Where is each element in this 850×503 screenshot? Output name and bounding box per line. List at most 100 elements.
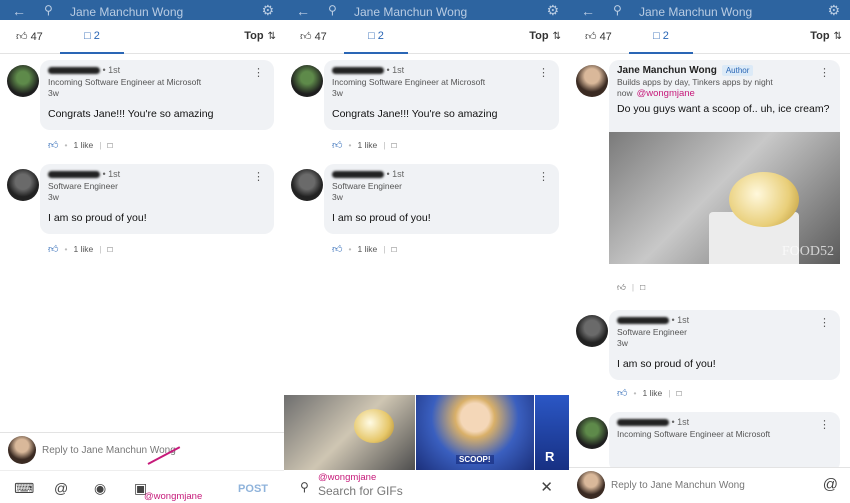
reply-input[interactable]: Reply to Jane Manchun Wong	[42, 445, 176, 456]
reply-icon[interactable]: □	[392, 140, 397, 150]
comment-text: I am so proud of you!	[617, 358, 716, 370]
mention-annotation: @wongmjane	[318, 472, 377, 483]
gif-search-input[interactable]: Search for GIFs	[318, 484, 403, 498]
commenter-name[interactable]: • 1st	[48, 169, 266, 181]
commenter-name[interactable]: • 1st	[332, 65, 551, 77]
like-count[interactable]: 1 like	[357, 244, 377, 254]
sort-dropdown[interactable]: Top ⇅	[810, 30, 842, 42]
comment-bubble: • 1st Incoming Software Engineer at Micr…	[324, 60, 559, 130]
avatar[interactable]	[576, 417, 608, 449]
app-bar-title: Jane Manchun Wong	[354, 5, 468, 19]
tab-comments[interactable]: □ 2	[60, 20, 124, 54]
reply-icon[interactable]: □	[392, 244, 397, 254]
commenter-name[interactable]: Jane Manchun Wong Author	[617, 65, 832, 77]
comment-text: I am so proud of you!	[48, 212, 147, 224]
reply-icon[interactable]: □	[108, 140, 113, 150]
app-bar: ← ⚲ Jane Manchun Wong ⚙	[284, 0, 569, 20]
avatar	[8, 436, 36, 464]
author-comment-card: Jane Manchun Wong Author Builds apps by d…	[569, 60, 850, 132]
reply-input[interactable]: Reply to Jane Manchun Wong	[611, 480, 745, 491]
tab-comments[interactable]: □ 2	[344, 20, 408, 54]
like-icon[interactable]: 👍︎	[332, 244, 342, 255]
search-icon: ⚲	[300, 480, 309, 494]
commenter-name[interactable]: • 1st	[332, 169, 551, 181]
avatar[interactable]	[7, 169, 39, 201]
more-options-icon[interactable]: ⋮	[538, 66, 549, 79]
comment-gif[interactable]: FOOD52	[609, 132, 840, 264]
search-icon[interactable]: ⚲	[328, 3, 337, 17]
avatar[interactable]	[576, 65, 608, 97]
thumbs-up-icon: 👍︎	[16, 31, 28, 43]
sort-chevron-icon: ⇅	[552, 31, 561, 42]
comment-time: 3w	[332, 88, 343, 98]
sort-chevron-icon: ⇅	[267, 31, 276, 42]
avatar[interactable]	[576, 315, 608, 347]
sort-dropdown[interactable]: Top ⇅	[244, 30, 276, 42]
like-icon[interactable]: 👍︎	[332, 140, 342, 151]
like-count[interactable]: 1 like	[73, 244, 93, 254]
commenter-headline: Software Engineer	[617, 327, 687, 337]
more-options-icon[interactable]: ⋮	[819, 66, 830, 79]
like-icon[interactable]: 👍︎	[617, 282, 626, 292]
at-mention-icon[interactable]: @	[823, 476, 838, 493]
avatar[interactable]	[291, 65, 323, 97]
tab-comments[interactable]: □ 2	[629, 20, 693, 54]
gear-icon[interactable]: ⚙	[546, 2, 559, 19]
redacted-name	[332, 67, 384, 75]
gear-icon[interactable]: ⚙	[827, 2, 840, 19]
like-count[interactable]: 1 like	[642, 388, 662, 398]
gif-result-partial[interactable]: R	[535, 395, 569, 470]
comment-card: • 1st Software Engineer 3w I am so proud…	[0, 164, 284, 234]
avatar[interactable]	[291, 169, 323, 201]
comment-actions: 👍︎ • 1 like | □	[332, 244, 397, 255]
gif-result-scoop[interactable]: SCOOP!	[416, 395, 534, 470]
search-icon[interactable]: ⚲	[44, 3, 53, 17]
commenter-headline: Incoming Software Engineer at Microsoft	[332, 77, 486, 87]
comment-time: 3w	[332, 192, 343, 202]
commenter-headline: Software Engineer	[332, 181, 402, 191]
tab-likes[interactable]: 👍︎ 47	[585, 30, 612, 43]
like-icon[interactable]: 👍︎	[48, 244, 58, 255]
gear-icon[interactable]: ⚙	[261, 2, 274, 19]
more-options-icon[interactable]: ⋮	[253, 66, 264, 79]
like-count[interactable]: 1 like	[73, 140, 93, 150]
reply-icon[interactable]: □	[677, 388, 682, 398]
app-bar: ← ⚲ Jane Manchun Wong ⚙	[0, 0, 284, 20]
reply-icon[interactable]: □	[640, 282, 645, 292]
commenter-headline: Builds apps by day, Tinkers apps by nigh…	[617, 77, 773, 87]
commenter-name[interactable]: • 1st	[617, 315, 832, 327]
reply-icon[interactable]: □	[108, 244, 113, 254]
search-icon[interactable]: ⚲	[613, 3, 622, 17]
mention-annotation: @wongmjane	[636, 88, 695, 99]
comment-icon: □	[653, 30, 660, 42]
comment-actions: 👍︎ • 1 like | □	[48, 244, 113, 255]
arrow-back-icon[interactable]: ←	[581, 3, 595, 19]
more-options-icon[interactable]: ⋮	[253, 170, 264, 183]
sort-dropdown[interactable]: Top ⇅	[529, 30, 561, 42]
comment-bubble: • 1st Incoming Software Engineer at Micr…	[609, 412, 840, 472]
like-icon[interactable]: 👍︎	[617, 388, 627, 399]
at-mention-icon[interactable]: @	[54, 480, 68, 496]
comment-card: • 1st Incoming Software Engineer at Micr…	[0, 60, 284, 130]
more-options-icon[interactable]: ⋮	[538, 170, 549, 183]
camera-icon[interactable]: ◉	[94, 480, 106, 497]
comment-actions: 👍︎ • 1 like | □	[48, 140, 113, 151]
gif-result-ice-cream[interactable]	[284, 395, 415, 470]
avatar[interactable]	[7, 65, 39, 97]
commenter-name[interactable]: • 1st	[617, 417, 832, 429]
post-button[interactable]: POST	[238, 483, 268, 495]
tab-likes[interactable]: 👍︎ 47	[300, 30, 327, 43]
commenter-name[interactable]: • 1st	[48, 65, 266, 77]
more-options-icon[interactable]: ⋮	[819, 316, 830, 329]
arrow-back-icon[interactable]: ←	[12, 3, 26, 19]
more-options-icon[interactable]: ⋮	[819, 418, 830, 431]
arrow-back-icon[interactable]: ←	[296, 3, 310, 19]
like-count[interactable]: 1 like	[357, 140, 377, 150]
app-bar-title: Jane Manchun Wong	[70, 5, 184, 19]
like-icon[interactable]: 👍︎	[48, 140, 58, 151]
close-icon[interactable]: ✕	[540, 478, 553, 496]
tab-likes[interactable]: 👍︎ 47	[16, 30, 43, 43]
redacted-name	[332, 171, 384, 179]
app-bar: ← ⚲ Jane Manchun Wong ⚙	[569, 0, 850, 20]
keyboard-icon[interactable]: ⌨	[14, 480, 34, 497]
